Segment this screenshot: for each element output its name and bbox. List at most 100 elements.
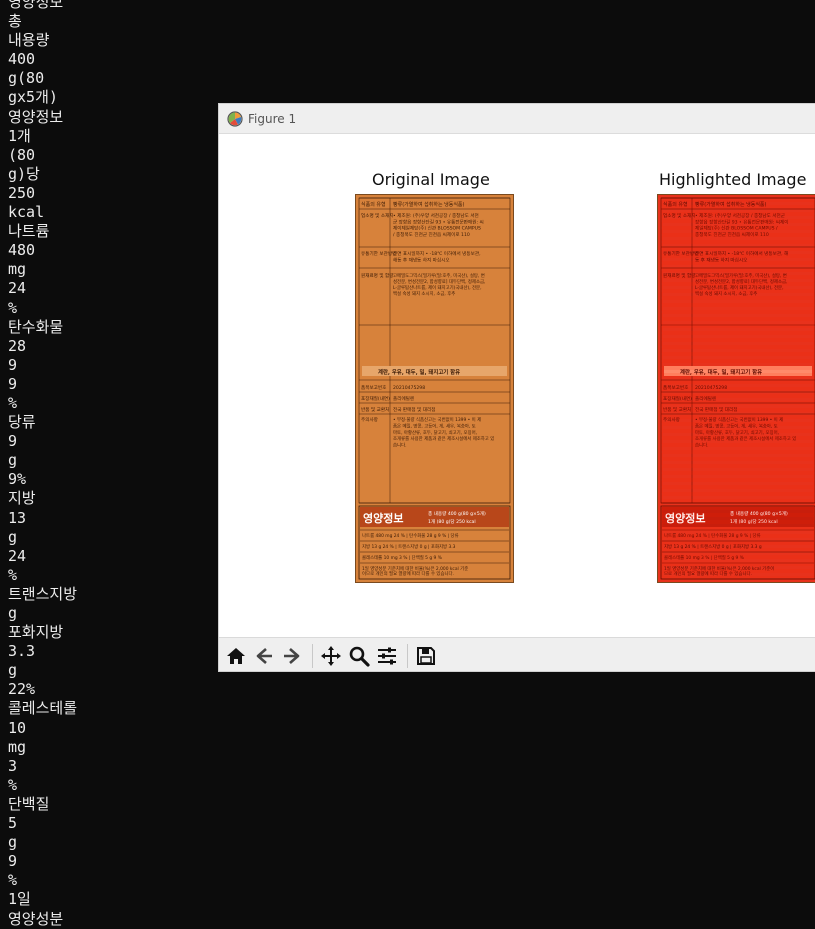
window-titlebar[interactable]: Figure 1 — [219, 104, 815, 134]
terminal-line: 13 — [8, 508, 27, 527]
label-text: 주의사항 — [663, 416, 681, 423]
terminal-line: 콜레스테롤 — [8, 699, 78, 718]
terminal-line: mg — [8, 737, 27, 756]
label-text: 나트륨 480 mg 24 % | 탄수화물 28 g 9 % | 당류 — [664, 532, 761, 539]
label-text: / 충청북도 진천군 진천읍 씨제이로 110 — [393, 231, 470, 238]
matplotlib-logo-icon — [227, 110, 243, 127]
save-button[interactable] — [413, 643, 439, 669]
label-text: 조개류를 사용한 제품과 같은 제조시설에서 제조하고 있 — [393, 435, 494, 442]
label-text: 1개 (80 g)당 250 kcal — [428, 518, 476, 525]
label-text: 제일제당(주) 신관 BLOSSOM CAMPUS / — [695, 225, 778, 232]
original-image: 식품의 유형 빵류(가열하여 섭취하는 냉동식품) 업소명 및 소재지 • 제조원: … — [355, 194, 514, 583]
terminal-line: 3 — [8, 756, 18, 775]
figure-canvas[interactable]: Original Image Highlighted Image 식품의 유형 빵… — [219, 134, 815, 637]
label-text: 1개 (80 g)당 250 kcal — [730, 518, 778, 525]
terminal-line: 9 — [8, 432, 18, 451]
terminal-line: g — [8, 451, 18, 470]
label-text: 식품의 유형 — [663, 201, 688, 208]
back-button[interactable] — [251, 643, 277, 669]
terminal-line: % — [8, 871, 18, 890]
terminal-line: 250 — [8, 183, 36, 202]
terminal-line: 당류 — [8, 413, 36, 432]
configure-subplots-button[interactable] — [374, 643, 400, 669]
terminal-line: 포화지방 — [8, 623, 64, 642]
terminal-line: 480 — [8, 241, 36, 260]
terminal-line: % — [8, 298, 18, 317]
label-text: 해동 후 재냉동 하지 마십시오 — [393, 256, 450, 263]
home-icon — [227, 648, 245, 664]
terminal-line: 총 — [8, 12, 22, 31]
label-text: 전국 판매점 및 대리점 — [393, 406, 435, 413]
label-text: 백설 숙성 돼지 소시지, 소금, 후추 — [695, 290, 757, 297]
label-text: 1일 영양성분 기준치에 대한 비율(%)은 2,000 kcal 기준 — [362, 565, 468, 572]
terminal-line: mg — [8, 260, 27, 279]
label-text: 성전분, 변성전분2, 합성향료] 대두단백, 정제소금, — [393, 278, 485, 285]
label-text: 유통기한 보관방법 — [663, 250, 698, 257]
label-text: 품목보고번호 — [361, 384, 386, 391]
window-title: Figure 1 — [248, 111, 297, 126]
label-text: 포장재질(내면) — [361, 395, 390, 402]
forward-icon — [284, 648, 300, 664]
terminal-line: % — [8, 565, 18, 584]
label-text: 콜레스테롤 10 mg 3 % | 단백질 5 g 9 % — [362, 554, 442, 561]
label-text: 군 장항읍 장항산단길 93 • 유통전문판매원: 씨 — [393, 218, 484, 225]
label-text: 폴리에틸렌 — [393, 395, 414, 402]
label-text: 동 후 재냉동 하지 마십시오 — [695, 256, 747, 263]
terminal-line: 10 — [8, 718, 27, 737]
forward-button[interactable] — [279, 643, 305, 669]
label-text: 20210475298 — [393, 385, 425, 391]
terminal-line: 5 — [8, 814, 18, 833]
configure-subplots-icon — [378, 647, 396, 665]
label-text: 습니다. — [695, 442, 709, 449]
terminal-line: 지방 — [8, 489, 36, 508]
terminal-line: % — [8, 775, 18, 794]
label-text: 반품 및 교환처 — [663, 406, 691, 413]
label-text: 반품 및 교환처 — [361, 406, 389, 413]
label-text: 계란, 우유, 대두, 밀, 돼지고기 함유 — [680, 368, 762, 376]
pan-icon — [321, 646, 341, 666]
terminal-line: gx5개) — [8, 88, 58, 107]
terminal-line: 400 — [8, 50, 36, 69]
label-text: 백설 숙성 돼지 소시지, 소금, 후추 — [393, 290, 455, 297]
label-text: 지방 13 g 24 % | 트랜스지방 0 g | 포화지방 3.3 — [362, 543, 456, 550]
label-text: 전국 판매점 및 대리점 — [695, 406, 737, 413]
pan-button[interactable] — [318, 643, 344, 669]
terminal-line: g(80 — [8, 69, 45, 88]
label-text: 업소명 및 소재지 — [361, 212, 394, 219]
terminal-line: 9 — [8, 355, 18, 374]
label-text: • 부정·불량 식품신고는 국번없이 1399 • 이 제 — [393, 416, 481, 423]
terminal-line: 1일 — [8, 890, 31, 909]
label-text: 이므로 개인의 필요 열량에 따라 다를 수 있습니다. — [362, 570, 454, 577]
zoom-icon — [349, 646, 370, 667]
terminal-line: 탄수화물 — [8, 317, 64, 336]
label-text: 전면 표시일까지 • -18℃ 이하에서 냉동보관, — [393, 250, 481, 257]
highlighted-image-title: Highlighted Image — [659, 170, 807, 189]
label-text: 마토, 아황산류, 호두, 닭고기, 쇠고기, 오징어, — [393, 429, 477, 436]
label-text: 유통기한 보관방법 — [361, 250, 396, 257]
terminal-line: 9 — [8, 374, 18, 393]
terminal-line: g)당 — [8, 164, 40, 183]
label-text: 포장재질(내면) — [663, 395, 692, 402]
zoom-button[interactable] — [346, 643, 372, 669]
label-text: 성전분, 변성전분2, 합성향료] 대두단백, 정제소금, — [695, 278, 787, 285]
label-text: 1일 영양성분 기준치에 대한 비율(%)은 2,000 kcal 기준이 — [664, 565, 774, 572]
home-button[interactable] — [223, 643, 249, 669]
terminal-line: 24 — [8, 279, 27, 298]
terminal-line: 22% — [8, 680, 36, 699]
label-text: 품은 메밀, 땅콩, 고등어, 게, 새우, 복숭아, 토 — [695, 422, 778, 429]
label-text: L-글루탐산나트륨, 제이 돼지고기(국내산), 전분, — [393, 284, 481, 291]
label-text: 충청북도 진천군 진천읍 씨제이로 110 — [695, 231, 769, 238]
toolbar-separator — [312, 644, 313, 668]
figure-window[interactable]: Figure 1 Original Image Highlighted Imag… — [218, 103, 815, 672]
terminal-line: 9 — [8, 852, 18, 871]
terminal-line: (80 — [8, 145, 36, 164]
terminal-line: kcal — [8, 203, 45, 222]
terminal-line: 영양성분 — [8, 909, 64, 928]
label-text: 총 내용량 400 g(80 g×5개) — [428, 510, 486, 517]
label-text: 고메밀도그믹스[밀가루(밀:호주, 미국산), 설탕, 변 — [393, 272, 485, 279]
terminal-line: 나트륨 — [8, 222, 50, 241]
label-text: 빵류(가열하여 섭취하는 냉동식품) — [393, 201, 465, 208]
label-text: 콜레스테롤 10 mg 3 % | 단백질 5 g 9 % — [664, 554, 744, 561]
label-text: • 제조원: (주)우양 서천공장 / 충청남도 서천 — [393, 212, 479, 219]
terminal-line: g — [8, 661, 18, 680]
